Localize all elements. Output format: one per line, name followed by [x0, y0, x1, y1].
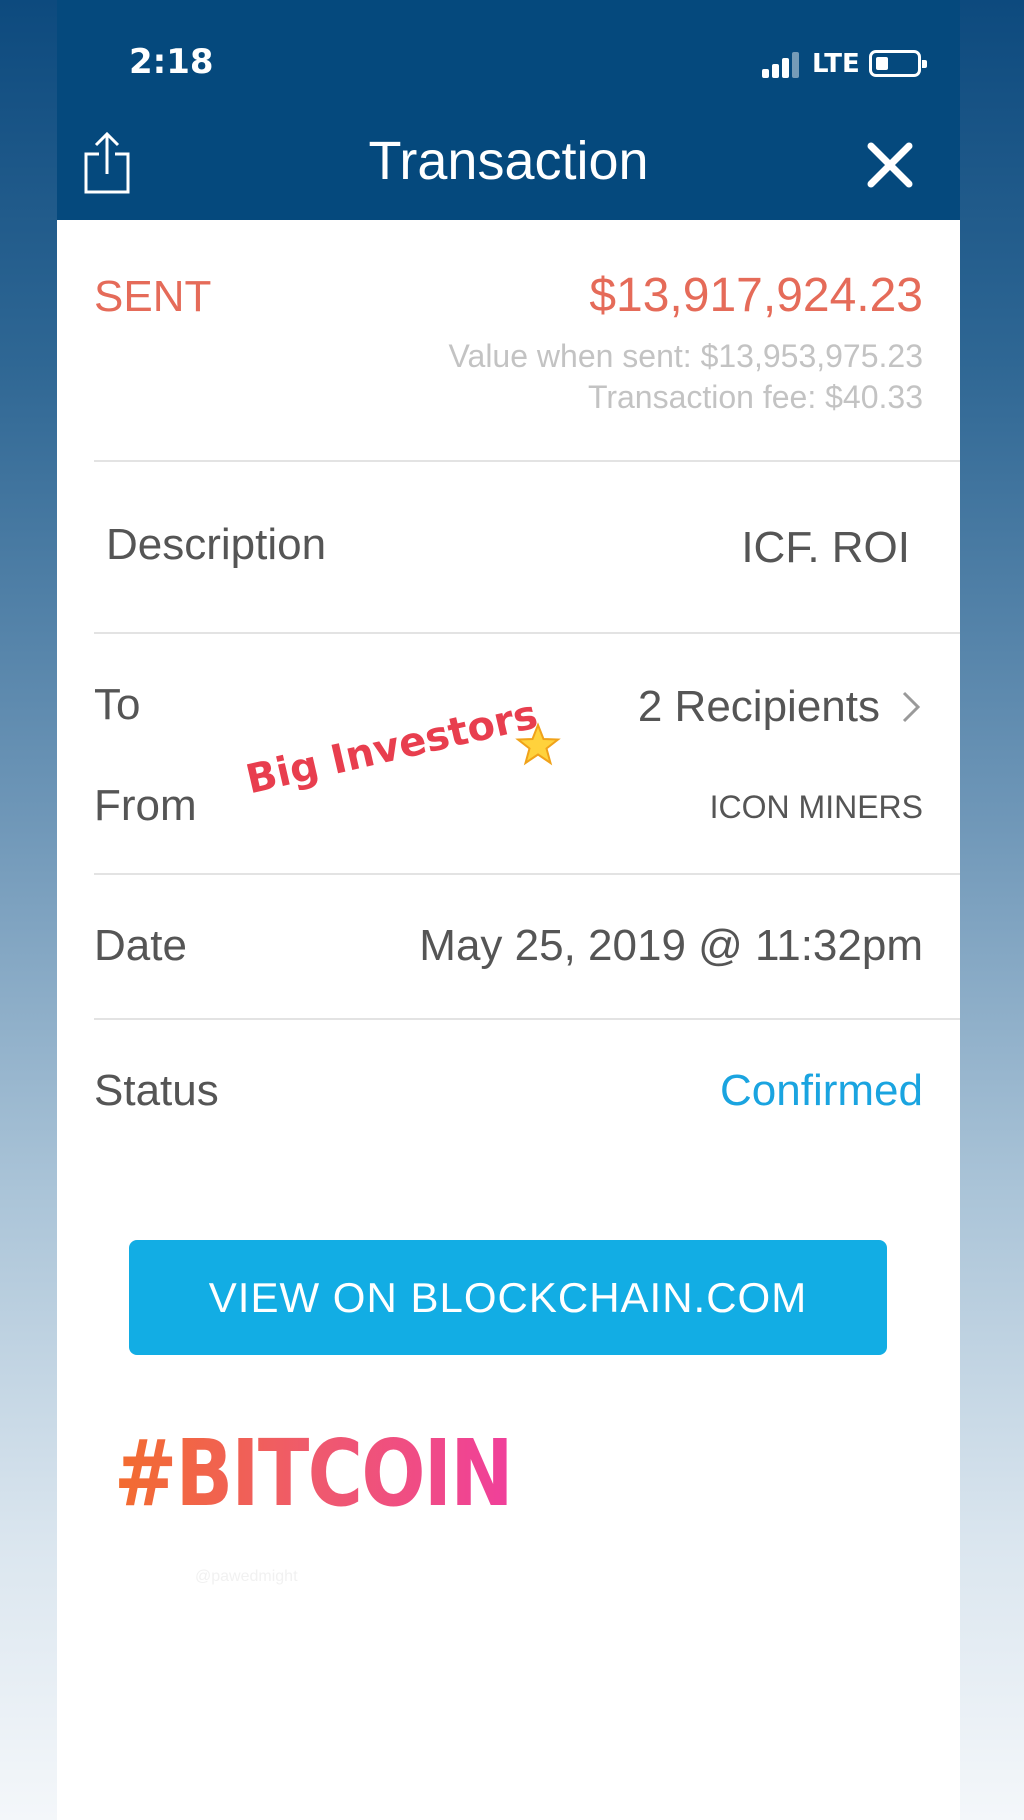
recipients-link[interactable]: 2 Recipients [638, 682, 880, 732]
transaction-fee: Transaction fee: $40.33 [587, 379, 923, 415]
page-title: Transaction [368, 131, 649, 191]
screen: 2:18 LTE Transaction SENT $13,917,924.23… [57, 0, 960, 1820]
view-on-blockchain-button[interactable]: VIEW ON BLOCKCHAIN.COM [129, 1240, 887, 1355]
nav-bar: Transaction [57, 100, 960, 220]
description-value: ICF. ROI [741, 523, 910, 572]
divider [94, 1018, 960, 1020]
direction-label: SENT [94, 272, 212, 321]
date-value: May 25, 2019 @ 11:32pm [419, 921, 923, 970]
username-handle: @pawedmight [195, 1568, 298, 1585]
description-label: Description [106, 520, 327, 569]
bitcoin-hashtag-sticker: #BITCOIN [114, 1420, 513, 1527]
divider [94, 873, 960, 875]
close-icon[interactable] [865, 140, 915, 190]
big-investors-sticker: Big Investors [241, 691, 542, 804]
to-label: To [94, 680, 141, 729]
sent-amount: $13,917,924.23 [589, 269, 923, 322]
divider [94, 632, 960, 634]
signal-icon [762, 52, 800, 78]
status-bar: 2:18 LTE [57, 0, 960, 100]
date-label: Date [94, 921, 187, 970]
status-time: 2:18 [129, 42, 214, 82]
battery-icon [869, 50, 927, 77]
chevron-right-icon[interactable] [899, 689, 923, 725]
star-icon [515, 722, 561, 766]
divider [94, 460, 960, 462]
value-when-sent: Value when sent: $13,953,975.23 [448, 338, 923, 374]
status-label: Status [94, 1066, 219, 1115]
from-value: ICON MINERS [709, 789, 923, 825]
network-type: LTE [812, 49, 860, 79]
status-value: Confirmed [720, 1066, 923, 1115]
from-label: From [94, 781, 197, 830]
